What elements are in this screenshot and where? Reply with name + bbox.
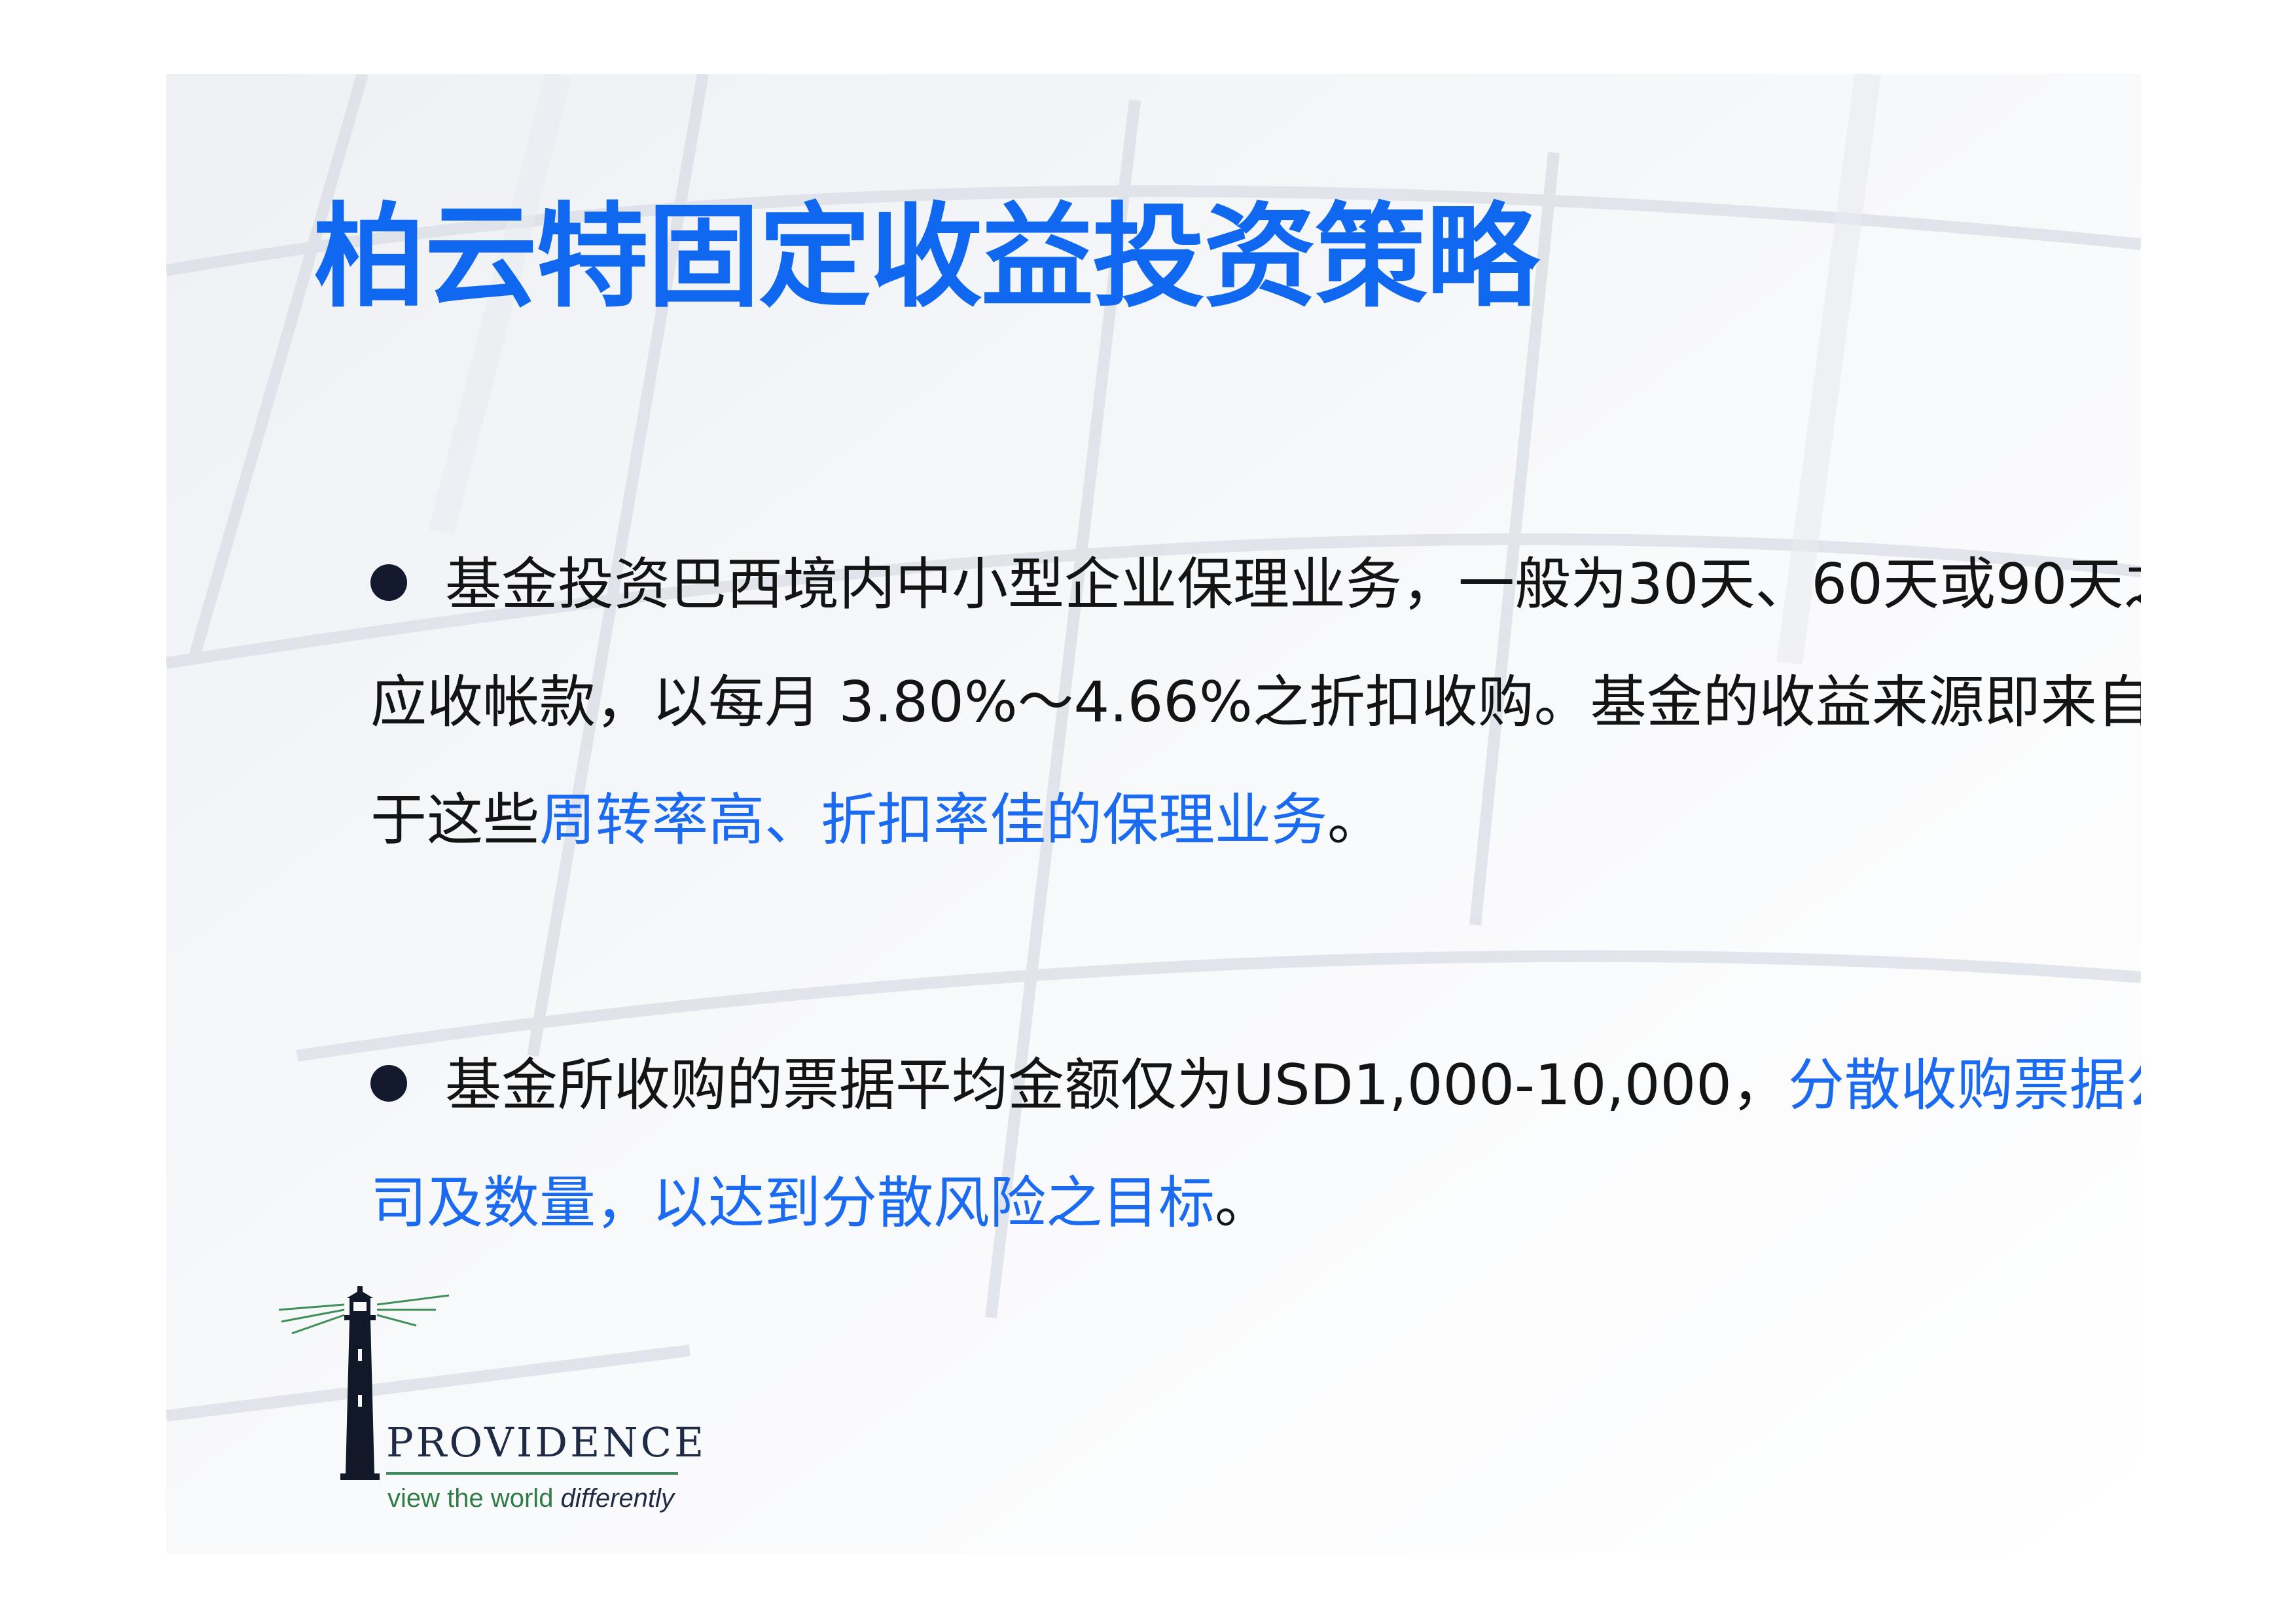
bullet-paragraph-1: 基金投资巴西境内中小型企业保理业务，一般为30天、60天或90天之应收帐款，以每… xyxy=(370,526,2141,879)
page: 柏云特固定收益投资策略 基金投资巴西境内中小型企业保理业务，一般为30天、60天… xyxy=(0,0,2296,1624)
slide: 柏云特固定收益投资策略 基金投资巴西境内中小型企业保理业务，一般为30天、60天… xyxy=(166,74,2141,1554)
slide-title: 柏云特固定收益投资策略 xyxy=(314,191,1539,323)
logo-tagline: view the world differently xyxy=(387,1479,674,1518)
bullet-paragraph-2: 基金所收购的票据平均金额仅为USD1,000-10,000，分散收购票据公司及数… xyxy=(370,1026,2141,1262)
logo-tagline-plain: view the world xyxy=(387,1484,561,1513)
bullet-2-tail: 。 xyxy=(1215,1170,1271,1236)
bullet-1-highlight: 周转率高、折扣率佳的保理业务 xyxy=(539,787,1327,853)
logo-name: PROVIDENCE xyxy=(386,1418,707,1466)
bullet-2-text: 基金所收购的票据平均金额仅为USD1,000-10,000， xyxy=(445,1053,1788,1118)
logo-tagline-italic: differently xyxy=(560,1484,674,1513)
logo-divider xyxy=(386,1472,678,1475)
bullet-dot-icon xyxy=(370,564,407,601)
bullet-1-tail: 。 xyxy=(1327,787,1384,853)
bullet-dot-icon xyxy=(370,1065,407,1102)
